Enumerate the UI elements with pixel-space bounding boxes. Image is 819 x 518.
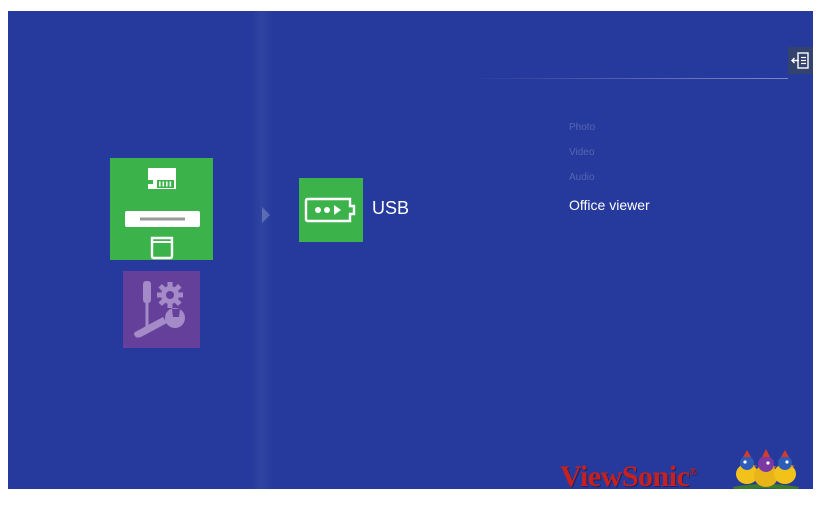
exit-icon xyxy=(791,52,809,69)
menu-item-office-viewer[interactable]: Office viewer xyxy=(569,197,650,213)
viewsonic-wordmark: ViewSonic® xyxy=(560,456,697,489)
tools-settings-icon xyxy=(134,281,185,338)
usb-drive-icon xyxy=(304,197,356,223)
usb-source-item[interactable]: USB xyxy=(299,178,429,242)
viewsonic-birds-logo xyxy=(733,449,799,489)
usb-label: USB xyxy=(372,198,410,218)
menu-item-video[interactable]: Video xyxy=(569,147,594,158)
header-divider-line xyxy=(468,78,788,79)
usb-icon-box xyxy=(299,178,363,242)
storage-devices-tile[interactable] xyxy=(110,158,213,260)
storage-devices-icon xyxy=(125,168,200,260)
registered-mark: ® xyxy=(689,467,697,478)
exit-button[interactable] xyxy=(788,47,813,74)
chevron-right-icon xyxy=(262,207,270,223)
brand-name: ViewSonic xyxy=(560,460,690,489)
menu-item-photo[interactable]: Photo xyxy=(569,122,595,133)
menu-item-audio[interactable]: Audio xyxy=(569,172,595,183)
settings-tile[interactable] xyxy=(123,271,200,348)
column-divider xyxy=(251,11,273,489)
media-player-screen: USB Photo Video Audio Office viewer View… xyxy=(8,11,813,489)
